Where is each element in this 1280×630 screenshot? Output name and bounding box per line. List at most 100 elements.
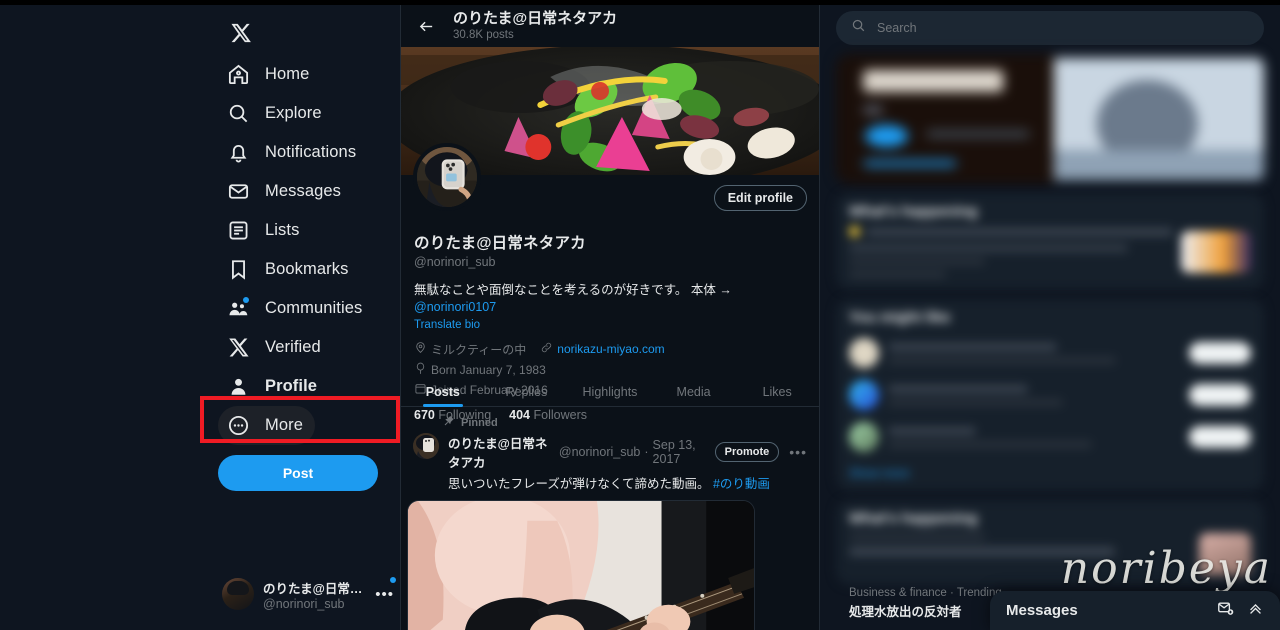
post-media-thumbnail[interactable] bbox=[407, 500, 755, 630]
tab-likes[interactable]: Likes bbox=[735, 377, 819, 406]
post-hashtag[interactable]: #のり動画 bbox=[713, 477, 770, 491]
pinned-label: Pinned bbox=[461, 416, 498, 429]
account-handle: @norinori_sub bbox=[263, 596, 345, 611]
profile-tabs: Posts Replies Highlights Media Likes bbox=[401, 377, 819, 407]
bookmark-icon bbox=[226, 258, 250, 282]
column-header: のりたま@日常ネタアカ 30.8K posts bbox=[401, 5, 819, 47]
sidebar-nav: Home Explore Notifications Messages List… bbox=[218, 5, 400, 491]
follow-button[interactable] bbox=[1189, 342, 1251, 364]
promoted-ad-card[interactable] bbox=[836, 54, 1264, 184]
sidebar-item-explore[interactable]: Explore bbox=[218, 94, 334, 133]
sidebar-item-more[interactable]: More bbox=[218, 406, 315, 445]
you-might-like-card[interactable]: You might like Show more bbox=[836, 299, 1264, 491]
profile-bio: 無駄なことや面倒なことを考えるのが好きです。 本体 → @norinori010… bbox=[414, 282, 806, 316]
list-item[interactable] bbox=[836, 374, 1264, 416]
promote-button[interactable]: Promote bbox=[714, 442, 780, 462]
list-item[interactable] bbox=[836, 332, 1264, 374]
pin-filled-icon bbox=[443, 415, 455, 430]
more-circle-icon bbox=[226, 414, 250, 438]
tab-media[interactable]: Media bbox=[652, 377, 736, 406]
chevron-up-icon[interactable] bbox=[1247, 600, 1264, 622]
bio-mention-link[interactable]: @norinori0107 bbox=[414, 300, 496, 314]
trending-card[interactable]: What's happening bbox=[836, 500, 1264, 585]
back-arrow-icon[interactable] bbox=[413, 13, 439, 39]
sidebar-item-bookmarks[interactable]: Bookmarks bbox=[218, 250, 360, 289]
follow-button[interactable] bbox=[1189, 384, 1251, 406]
home-icon bbox=[226, 63, 250, 87]
search-bar[interactable]: Search bbox=[836, 11, 1264, 45]
whats-happening-title: What's happening bbox=[849, 203, 978, 220]
birthday-text: Born January 7, 1983 bbox=[431, 362, 546, 377]
ellipsis-icon[interactable]: ••• bbox=[375, 576, 396, 603]
pinned-label-row: Pinned bbox=[443, 415, 807, 430]
sidebar-item-home[interactable]: Home bbox=[218, 55, 321, 94]
x-logo-icon[interactable] bbox=[218, 11, 264, 55]
user-info bbox=[888, 426, 1180, 448]
ellipsis-icon[interactable]: ••• bbox=[783, 444, 807, 460]
sidebar-item-label: Verified bbox=[265, 338, 321, 356]
post-item[interactable]: Pinned のりたま@日常ネタアカ @norinori_sub · Sep 1… bbox=[401, 409, 819, 630]
profile-avatar[interactable] bbox=[413, 143, 481, 211]
translate-bio-link[interactable]: Translate bio bbox=[414, 319, 806, 331]
trending-card-title: What's happening bbox=[849, 510, 978, 527]
link-icon bbox=[540, 341, 553, 357]
bell-icon bbox=[226, 141, 250, 165]
sidebar-item-label: Communities bbox=[265, 299, 363, 317]
sidebar-item-verified[interactable]: Verified bbox=[218, 328, 333, 367]
sidebar-item-label: Explore bbox=[265, 104, 322, 122]
profile-website[interactable]: norikazu-miyao.com bbox=[540, 341, 665, 357]
sidebar-item-lists[interactable]: Lists bbox=[218, 211, 311, 250]
messages-dock[interactable]: Messages bbox=[990, 591, 1280, 630]
list-item[interactable] bbox=[836, 416, 1264, 458]
post-text: 思いついたフレーズが弾けなくて諦めた動画。 #のり動画 bbox=[448, 473, 807, 492]
post-handle: @norinori_sub bbox=[558, 445, 641, 459]
post-count: 30.8K posts bbox=[453, 28, 514, 41]
bio-text: 無駄なことや面倒なことを考えるのが好きです。 本体 → bbox=[414, 283, 732, 297]
follow-button[interactable] bbox=[1189, 426, 1251, 448]
sidebar-item-label: More bbox=[265, 416, 303, 434]
sidebar-item-profile[interactable]: Profile bbox=[218, 367, 329, 406]
messages-dock-icons bbox=[1217, 600, 1264, 622]
edit-profile-button[interactable]: Edit profile bbox=[713, 185, 807, 211]
website-text[interactable]: norikazu-miyao.com bbox=[557, 342, 664, 356]
tab-posts[interactable]: Posts bbox=[401, 377, 485, 406]
user-info bbox=[888, 384, 1180, 406]
tab-replies[interactable]: Replies bbox=[485, 377, 569, 406]
sidebar-item-label: Bookmarks bbox=[265, 260, 349, 278]
sidebar-item-notifications[interactable]: Notifications bbox=[218, 133, 368, 172]
sidebar-item-label: Home bbox=[265, 65, 310, 83]
profile-birthday: Born January 7, 1983 bbox=[414, 362, 546, 378]
messages-dock-title: Messages bbox=[1006, 602, 1078, 619]
trending-item[interactable]: Business & finance · Trending 処理水放出の反対者 bbox=[836, 580, 1015, 624]
main-column: のりたま@日常ネタアカ 30.8K posts Edit profile のりた… bbox=[400, 5, 820, 630]
post-row: のりたま@日常ネタアカ @norinori_sub · Sep 13, 2017… bbox=[413, 433, 807, 492]
right-sidebar: Search What's happening You might like S… bbox=[820, 5, 1280, 630]
whats-happening-card[interactable]: What's happening bbox=[836, 193, 1264, 290]
edit-profile-row: Edit profile bbox=[713, 185, 807, 211]
tab-highlights[interactable]: Highlights bbox=[568, 377, 652, 406]
page-title: のりたま@日常ネタアカ bbox=[453, 10, 618, 28]
post-separator: · bbox=[644, 445, 649, 459]
show-more-link[interactable]: Show more bbox=[836, 458, 1264, 491]
search-icon bbox=[851, 18, 866, 38]
left-sidebar: Home Explore Notifications Messages List… bbox=[0, 5, 400, 630]
avatar bbox=[849, 380, 879, 410]
post-button[interactable]: Post bbox=[218, 455, 378, 491]
post-author-avatar[interactable] bbox=[413, 433, 439, 459]
communities-icon bbox=[226, 296, 250, 321]
sidebar-item-messages[interactable]: Messages bbox=[218, 172, 353, 211]
search-input[interactable]: Search bbox=[877, 21, 917, 35]
profile-display-name: のりたま@日常ネタアカ bbox=[414, 235, 586, 252]
post-text-body: 思いついたフレーズが弾けなくて諦めた動画。 bbox=[448, 477, 713, 491]
user-info bbox=[888, 342, 1180, 364]
header-titles: のりたま@日常ネタアカ 30.8K posts bbox=[453, 10, 617, 41]
account-switcher[interactable]: のりたま@日常ネタ… @norinori_sub ••• bbox=[222, 572, 396, 616]
person-icon bbox=[226, 375, 250, 399]
sidebar-item-communities[interactable]: Communities bbox=[218, 289, 374, 328]
new-message-icon[interactable] bbox=[1217, 600, 1234, 622]
profile-location: ミルクティーの中 bbox=[414, 341, 526, 358]
sidebar-item-label: Lists bbox=[265, 221, 300, 239]
post-display-name[interactable]: のりたま@日常ネタアカ bbox=[448, 433, 555, 471]
location-text: ミルクティーの中 bbox=[431, 342, 527, 357]
x-app-window: Home Explore Notifications Messages List… bbox=[0, 5, 1280, 630]
